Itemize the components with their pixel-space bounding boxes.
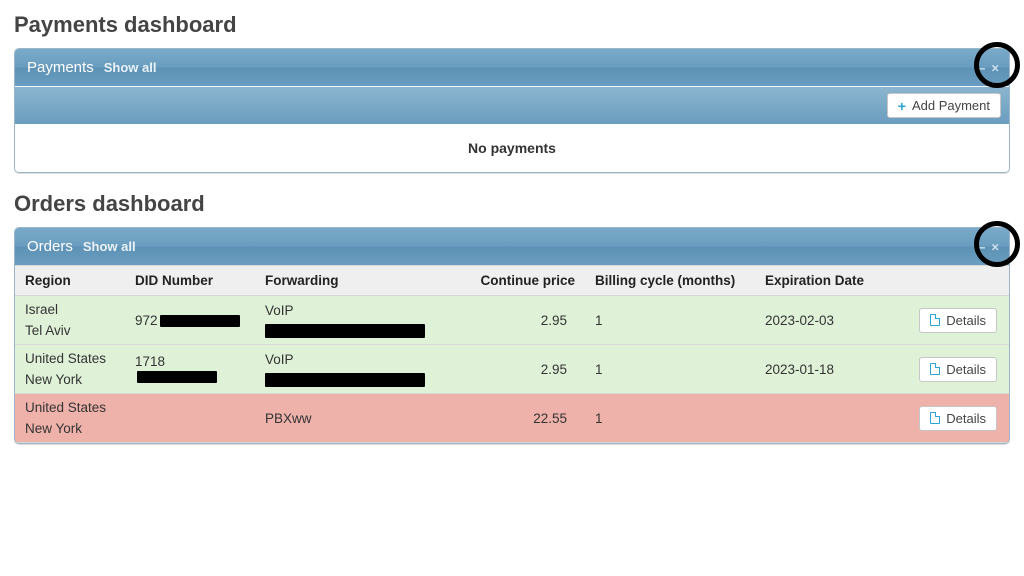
document-icon bbox=[930, 412, 940, 424]
cell-region: United States New York bbox=[15, 345, 125, 394]
payments-heading: Payments dashboard bbox=[14, 12, 1010, 38]
cell-cycle: 1 bbox=[585, 394, 755, 443]
col-actions bbox=[905, 266, 1009, 296]
region-line2: New York bbox=[25, 372, 115, 387]
did-prefix: 1718 bbox=[135, 354, 165, 369]
payments-panel: Payments Show all – × + Add Payment No p… bbox=[14, 48, 1010, 173]
cell-actions: Details bbox=[905, 345, 1009, 394]
payments-toolbar: + Add Payment bbox=[15, 86, 1009, 124]
redacted-block bbox=[137, 371, 217, 383]
cell-cycle: 1 bbox=[585, 345, 755, 394]
col-forwarding: Forwarding bbox=[255, 266, 455, 296]
cell-cycle: 1 bbox=[585, 296, 755, 345]
details-button[interactable]: Details bbox=[919, 308, 997, 333]
close-icon[interactable]: × bbox=[991, 239, 999, 254]
payments-empty-message: No payments bbox=[15, 124, 1009, 172]
plus-icon: + bbox=[898, 99, 906, 113]
cell-did: 1718 bbox=[125, 345, 255, 394]
minimize-icon[interactable]: – bbox=[978, 239, 985, 254]
details-button[interactable]: Details bbox=[919, 357, 997, 382]
orders-header-row: Region DID Number Forwarding Continue pr… bbox=[15, 266, 1009, 296]
cell-did bbox=[125, 394, 255, 443]
cell-region: United States New York bbox=[15, 394, 125, 443]
payments-panel-header: Payments Show all – × bbox=[15, 49, 1009, 86]
minimize-icon[interactable]: – bbox=[978, 60, 985, 75]
cell-expiration: 2023-01-18 bbox=[755, 345, 905, 394]
orders-heading: Orders dashboard bbox=[14, 191, 1010, 217]
redacted-block bbox=[265, 373, 425, 387]
region-line1: United States bbox=[25, 351, 115, 366]
col-did: DID Number bbox=[125, 266, 255, 296]
region-line2: Tel Aviv bbox=[25, 323, 115, 338]
cell-expiration bbox=[755, 394, 905, 443]
orders-panel: Orders Show all – × Region DID Number Fo… bbox=[14, 227, 1010, 444]
forwarding-line1: PBXww bbox=[265, 411, 445, 426]
orders-table: Region DID Number Forwarding Continue pr… bbox=[15, 265, 1009, 443]
cell-price: 2.95 bbox=[455, 345, 585, 394]
payments-showall-link[interactable]: Show all bbox=[104, 60, 157, 75]
cell-region: Israel Tel Aviv bbox=[15, 296, 125, 345]
cell-expiration: 2023-02-03 bbox=[755, 296, 905, 345]
cell-forwarding: VoIP bbox=[255, 296, 455, 345]
region-line2: New York bbox=[25, 421, 115, 436]
document-icon bbox=[930, 314, 940, 326]
details-button[interactable]: Details bbox=[919, 406, 997, 431]
table-row: United States New York 1718 VoIP 2.9512023-0… bbox=[15, 345, 1009, 394]
close-icon[interactable]: × bbox=[991, 60, 999, 75]
cell-price: 2.95 bbox=[455, 296, 585, 345]
orders-showall-link[interactable]: Show all bbox=[83, 239, 136, 254]
forwarding-line1: VoIP bbox=[265, 303, 445, 318]
cell-actions: Details bbox=[905, 296, 1009, 345]
payments-panel-title: Payments bbox=[27, 59, 94, 76]
region-line1: United States bbox=[25, 400, 115, 415]
forwarding-line1: VoIP bbox=[265, 352, 445, 367]
document-icon bbox=[930, 363, 940, 375]
cell-actions: Details bbox=[905, 394, 1009, 443]
table-row: Israel Tel Aviv 972 VoIP 2.9512023-02-03 Deta… bbox=[15, 296, 1009, 345]
cell-forwarding: PBXww bbox=[255, 394, 455, 443]
region-line1: Israel bbox=[25, 302, 115, 317]
redacted-block bbox=[265, 324, 425, 338]
orders-panel-title: Orders bbox=[27, 238, 73, 255]
cell-price: 22.55 bbox=[455, 394, 585, 443]
did-prefix: 972 bbox=[135, 313, 158, 328]
cell-did: 972 bbox=[125, 296, 255, 345]
add-payment-button[interactable]: + Add Payment bbox=[887, 93, 1001, 118]
orders-panel-header: Orders Show all – × bbox=[15, 228, 1009, 265]
redacted-block bbox=[160, 315, 240, 327]
col-price: Continue price bbox=[455, 266, 585, 296]
col-cycle: Billing cycle (months) bbox=[585, 266, 755, 296]
table-row: United States New York PBXww 22.551 Details bbox=[15, 394, 1009, 443]
details-label: Details bbox=[946, 411, 986, 426]
cell-forwarding: VoIP bbox=[255, 345, 455, 394]
add-payment-label: Add Payment bbox=[912, 98, 990, 113]
details-label: Details bbox=[946, 362, 986, 377]
details-label: Details bbox=[946, 313, 986, 328]
col-region: Region bbox=[15, 266, 125, 296]
col-expiration: Expiration Date bbox=[755, 266, 905, 296]
